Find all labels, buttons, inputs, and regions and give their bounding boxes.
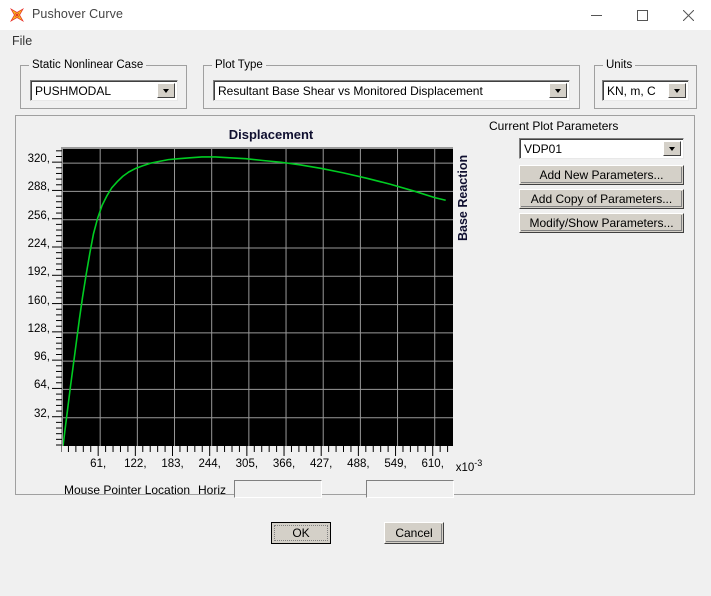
- chart-y-axis-label: Base Reaction: [456, 154, 470, 241]
- chart-y-tick-label: 192,: [27, 266, 50, 279]
- horiz-value-field[interactable]: [234, 480, 322, 498]
- chart-x-multiplier: x10-3: [456, 458, 483, 474]
- modify-show-parameters-label: Modify/Show Parameters...: [529, 216, 674, 230]
- chart-x-multiplier-base: x10: [455, 461, 475, 474]
- static-nonlinear-case-combo[interactable]: PUSHMODAL: [30, 80, 178, 101]
- chart-x-multiplier-exponent: -3: [474, 458, 483, 468]
- chart-y-tick-label: 160,: [27, 294, 50, 307]
- cancel-button-label: Cancel: [395, 526, 433, 540]
- units-legend: Units: [603, 59, 636, 71]
- chevron-down-icon[interactable]: [549, 83, 567, 98]
- add-new-parameters-label: Add New Parameters...: [539, 168, 664, 182]
- title-bar: Pushover Curve: [0, 0, 711, 30]
- chart-plot-area[interactable]: [61, 147, 453, 446]
- app-star-icon: [9, 7, 25, 23]
- chart-y-tick-label: 288,: [27, 181, 50, 194]
- menu-item-file[interactable]: File: [8, 33, 36, 49]
- mouse-pointer-label: Mouse Pointer Location: [64, 483, 191, 497]
- plot-type-group: Plot Type Resultant Base Shear vs Monito…: [203, 59, 580, 109]
- chart-y-tick-label: 32,: [34, 407, 50, 420]
- chart-y-tick-label: 224,: [27, 238, 50, 250]
- units-value: KN, m, C: [607, 83, 656, 98]
- vert-value-field[interactable]: [366, 480, 454, 498]
- chart-x-ticks: [61, 446, 449, 456]
- minimize-icon[interactable]: [573, 0, 619, 30]
- chart-y-tick-label: 96,: [34, 351, 50, 364]
- cancel-button[interactable]: Cancel: [384, 522, 444, 544]
- static-nonlinear-case-legend: Static Nonlinear Case: [29, 59, 147, 71]
- chevron-down-icon[interactable]: [668, 83, 686, 98]
- plot-type-legend: Plot Type: [212, 59, 266, 71]
- chevron-down-icon[interactable]: [157, 83, 175, 98]
- close-icon[interactable]: [665, 0, 711, 30]
- units-group: Units KN, m, C: [594, 59, 697, 109]
- menu-bar: File: [0, 30, 711, 52]
- chevron-down-icon[interactable]: [663, 141, 681, 156]
- current-plot-parameters-value: VDP01: [524, 141, 563, 156]
- chart-y-tick-label: 256,: [27, 209, 50, 222]
- chart-y-tick-label: 64,: [34, 379, 50, 392]
- units-combo[interactable]: KN, m, C: [602, 80, 689, 101]
- horiz-label: Horiz: [198, 483, 227, 497]
- plot-panel: Displacement Base Reaction 32, 64, 96, 128,…: [15, 115, 695, 498]
- chart-y-tick-label: 320,: [27, 153, 50, 166]
- ok-button[interactable]: OK: [271, 522, 331, 544]
- add-copy-of-parameters-label: Add Copy of Parameters...: [530, 192, 673, 206]
- current-plot-parameters-combo[interactable]: VDP01: [519, 138, 684, 159]
- modify-show-parameters-button[interactable]: Modify/Show Parameters...: [519, 213, 684, 233]
- plot-type-value: Resultant Base Shear vs Monitored Displa…: [218, 83, 483, 98]
- current-plot-parameters-label: Current Plot Parameters: [489, 119, 619, 133]
- static-nonlinear-case-group: Static Nonlinear Case PUSHMODAL: [20, 59, 187, 109]
- chart-y-tick-label: 128,: [27, 322, 50, 335]
- ok-button-label: OK: [292, 526, 310, 540]
- plot-type-combo[interactable]: Resultant Base Shear vs Monitored Displa…: [213, 80, 570, 101]
- chart-y-ticks: [52, 150, 62, 446]
- chart-x-tick-label: 610,: [421, 458, 444, 470]
- static-nonlinear-case-value: PUSHMODAL: [35, 83, 112, 98]
- add-new-parameters-button[interactable]: Add New Parameters...: [519, 165, 684, 185]
- window-title: Pushover Curve: [32, 7, 124, 21]
- add-copy-of-parameters-button[interactable]: Add Copy of Parameters...: [519, 189, 684, 209]
- pushover-curve-chart: [63, 149, 453, 446]
- maximize-icon[interactable]: [619, 0, 665, 30]
- mouse-pointer-row: Mouse Pointer Location Horiz: [16, 478, 696, 502]
- chart-title: Displacement: [228, 127, 314, 142]
